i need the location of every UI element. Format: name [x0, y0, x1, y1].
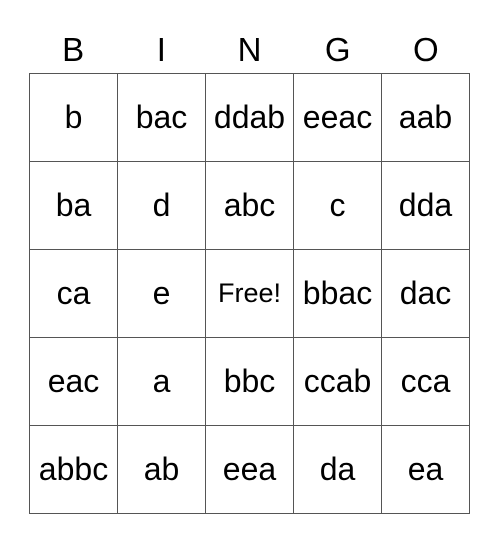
- bingo-cell[interactable]: dda: [382, 162, 470, 250]
- bingo-cell[interactable]: ab: [118, 426, 206, 514]
- bingo-cell[interactable]: ba: [30, 162, 118, 250]
- bingo-cell[interactable]: eac: [30, 338, 118, 426]
- header-letter-b: B: [62, 31, 85, 68]
- bingo-cell[interactable]: bbc: [206, 338, 294, 426]
- bingo-cell[interactable]: bac: [118, 74, 206, 162]
- bingo-cell[interactable]: b: [30, 74, 118, 162]
- bingo-cell[interactable]: a: [118, 338, 206, 426]
- bingo-cell[interactable]: dac: [382, 250, 470, 338]
- free-space-cell[interactable]: Free!: [206, 250, 294, 338]
- bingo-cell[interactable]: eea: [206, 426, 294, 514]
- header-letter-g: G: [324, 31, 351, 68]
- bingo-cell[interactable]: c: [294, 162, 382, 250]
- bingo-cell[interactable]: cca: [382, 338, 470, 426]
- header-letter-o: O: [413, 31, 439, 68]
- bingo-card: b bac ddab eeac aab ba d abc c dda ca e …: [29, 73, 470, 514]
- bingo-cell[interactable]: ea: [382, 426, 470, 514]
- bingo-cell[interactable]: e: [118, 250, 206, 338]
- bingo-cell[interactable]: bbac: [294, 250, 382, 338]
- bingo-cell[interactable]: ca: [30, 250, 118, 338]
- header-letter-i: I: [156, 31, 166, 68]
- header-letter-n: N: [237, 31, 262, 68]
- bingo-cell[interactable]: da: [294, 426, 382, 514]
- bingo-cell[interactable]: eeac: [294, 74, 382, 162]
- bingo-cell[interactable]: abc: [206, 162, 294, 250]
- bingo-cell[interactable]: abbc: [30, 426, 118, 514]
- bingo-cell[interactable]: aab: [382, 74, 470, 162]
- bingo-cell[interactable]: d: [118, 162, 206, 250]
- bingo-cell[interactable]: ccab: [294, 338, 382, 426]
- bingo-cell[interactable]: ddab: [206, 74, 294, 162]
- bingo-header: B I N G O: [29, 28, 470, 72]
